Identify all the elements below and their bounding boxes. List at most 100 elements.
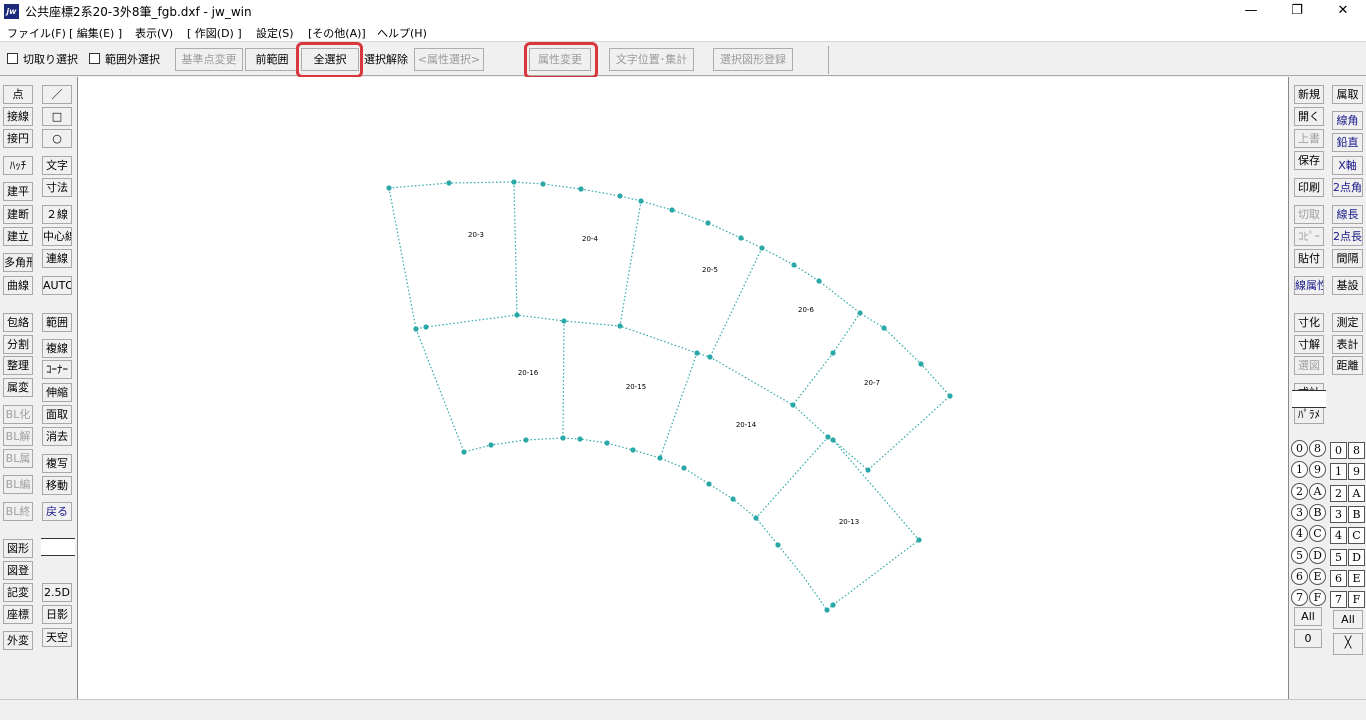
tool-2-5d-button[interactable]: 2.5D [42, 583, 72, 602]
tool-distance-button[interactable]: 距離 [1332, 356, 1363, 375]
tool-x-axis-button[interactable]: X軸 [1332, 156, 1363, 175]
tool-center-line-button[interactable]: 中心線 [42, 227, 72, 246]
menu-draw[interactable]: [ 作図(D) ] [187, 25, 242, 41]
layer-group-D[interactable]: D [1309, 546, 1326, 564]
layer-5[interactable]: 5 [1330, 548, 1347, 566]
tool-sky-button[interactable]: 天空 [42, 628, 72, 647]
tool-new-button[interactable]: 新規 [1294, 85, 1324, 104]
menu-help[interactable]: ヘルプ(H) [377, 25, 427, 41]
tool-print-button[interactable]: 印刷 [1294, 178, 1324, 197]
tool-hatch-button[interactable]: ﾊｯﾁ [3, 156, 33, 175]
tool-base-settings-button[interactable]: 基設 [1332, 276, 1363, 295]
outside-select-checkbox[interactable] [89, 53, 100, 64]
survey-point[interactable] [657, 455, 663, 461]
layer-group-all-button[interactable]: All [1294, 607, 1322, 626]
tool-bl-edit-button[interactable]: BL編 [3, 475, 33, 494]
tool-cleanup-button[interactable]: 整理 [3, 356, 33, 375]
survey-point[interactable] [638, 198, 644, 204]
tool-corner-button[interactable]: ｺｰﾅｰ [42, 360, 72, 379]
tool-section-button[interactable]: 建断 [3, 205, 33, 224]
tool-2pt-length-button[interactable]: 2点長 [1332, 227, 1363, 246]
tool-move-button[interactable]: 移動 [42, 476, 72, 495]
layer-F[interactable]: F [1348, 591, 1365, 609]
layer-group-6[interactable]: 6 [1291, 567, 1308, 585]
survey-point[interactable] [578, 186, 584, 192]
tool-range-button[interactable]: 範囲 [42, 313, 72, 332]
tool-paste-button[interactable]: 貼付 [1294, 249, 1324, 268]
survey-point[interactable] [759, 245, 765, 251]
layer-D[interactable]: D [1348, 548, 1365, 566]
close-button[interactable]: ✕ [1320, 0, 1366, 22]
tool-rectangle-button[interactable]: □ [42, 107, 72, 126]
tool-dim-to-text-button[interactable]: 寸化 [1294, 313, 1324, 332]
layer-group-0[interactable]: 0 [1291, 440, 1308, 457]
layer-invert-button[interactable]: ╳ [1333, 633, 1363, 655]
tool-tangent-line-button[interactable]: 接線 [3, 107, 33, 126]
tool-elevation-button[interactable]: 建立 [3, 227, 33, 246]
survey-point[interactable] [560, 435, 566, 441]
drawing-canvas[interactable]: 20-3 20-4 20-5 20-6 20-7 20-16 20-15 20-14 20-13 [78, 77, 1288, 699]
survey-point[interactable] [461, 449, 467, 455]
survey-point[interactable] [561, 318, 567, 324]
survey-point[interactable] [523, 437, 529, 443]
tool-spacing-button[interactable]: 間隔 [1332, 249, 1363, 268]
tool-notation-change-button[interactable]: 記変 [3, 583, 33, 602]
tool-copy-button[interactable]: 複写 [42, 454, 72, 473]
survey-point[interactable] [617, 323, 623, 329]
survey-point[interactable] [947, 393, 953, 399]
tool-erase-button[interactable]: 消去 [42, 427, 72, 446]
prev-range-button[interactable]: 前範囲 [245, 48, 299, 71]
tool-table-calc-button[interactable]: 表計 [1332, 335, 1363, 354]
survey-point[interactable] [857, 310, 863, 316]
survey-point[interactable] [738, 235, 744, 241]
tool-overwrite-button[interactable]: 上書 [1294, 129, 1324, 148]
tool-line-angle-button[interactable]: 線角 [1332, 111, 1363, 130]
tool-copy-button[interactable]: ｺﾋﾟｰ [1294, 227, 1324, 246]
survey-point[interactable] [707, 354, 713, 360]
tool-select-shape-button[interactable]: 選図 [1294, 356, 1324, 375]
survey-point[interactable] [604, 440, 610, 446]
survey-point[interactable] [775, 542, 781, 548]
layer-group-3[interactable]: 3 [1291, 503, 1308, 521]
tool-save-button[interactable]: 保存 [1294, 151, 1324, 170]
tool-tangent-circle-button[interactable]: 接円 [3, 129, 33, 148]
tool-extend-button[interactable]: 伸縮 [42, 383, 72, 402]
layer-3[interactable]: 3 [1330, 505, 1347, 523]
survey-point[interactable] [681, 465, 687, 471]
tool-line-button[interactable]: ／ [42, 85, 72, 104]
register-shape-button[interactable]: 選択図形登録 [713, 48, 793, 71]
survey-point[interactable] [830, 437, 836, 443]
survey-point[interactable] [916, 537, 922, 543]
tool-shape-button[interactable]: 図形 [3, 539, 33, 558]
deselect-button[interactable]: 選択解除 [360, 48, 412, 71]
tool-sun-shadow-button[interactable]: 日影 [42, 605, 72, 624]
survey-point[interactable] [669, 207, 675, 213]
survey-point[interactable] [511, 179, 517, 185]
survey-point[interactable] [540, 181, 546, 187]
survey-point[interactable] [413, 326, 419, 332]
tool-open-button[interactable]: 開く [1294, 107, 1324, 126]
layer-group-5[interactable]: 5 [1291, 546, 1308, 564]
layer-2[interactable]: 2 [1330, 484, 1347, 502]
tool-dim-release-button[interactable]: 寸解 [1294, 335, 1324, 354]
menu-view[interactable]: 表示(V) [135, 25, 173, 41]
tool-plan-button[interactable]: 建平 [3, 182, 33, 201]
tool-point-button[interactable]: 点 [3, 85, 33, 104]
tool-line-attr-button[interactable]: 線属性 [1294, 276, 1324, 295]
tool-bl-release-button[interactable]: BL解 [3, 427, 33, 446]
survey-point[interactable] [706, 481, 712, 487]
tool-circle-button[interactable]: ○ [42, 129, 72, 148]
survey-point[interactable] [617, 193, 623, 199]
survey-point[interactable] [423, 324, 429, 330]
menu-edit[interactable]: [ 編集(E) ] [69, 25, 122, 41]
attr-select-button[interactable]: <属性選択> [414, 48, 484, 71]
layer-9[interactable]: 9 [1348, 463, 1365, 481]
line-style-preview[interactable] [41, 538, 75, 556]
tool-dimension-button[interactable]: 寸法 [42, 178, 72, 197]
tool-polygon-button[interactable]: 多角形 [3, 253, 33, 272]
maximize-button[interactable]: ❐ [1274, 0, 1320, 22]
layer-all-button[interactable]: All [1333, 610, 1363, 629]
tool-cut-button[interactable]: 切取 [1294, 205, 1324, 224]
base-point-button[interactable]: 基準点変更 [175, 48, 243, 71]
tool-bl-create-button[interactable]: BL化 [3, 405, 33, 424]
